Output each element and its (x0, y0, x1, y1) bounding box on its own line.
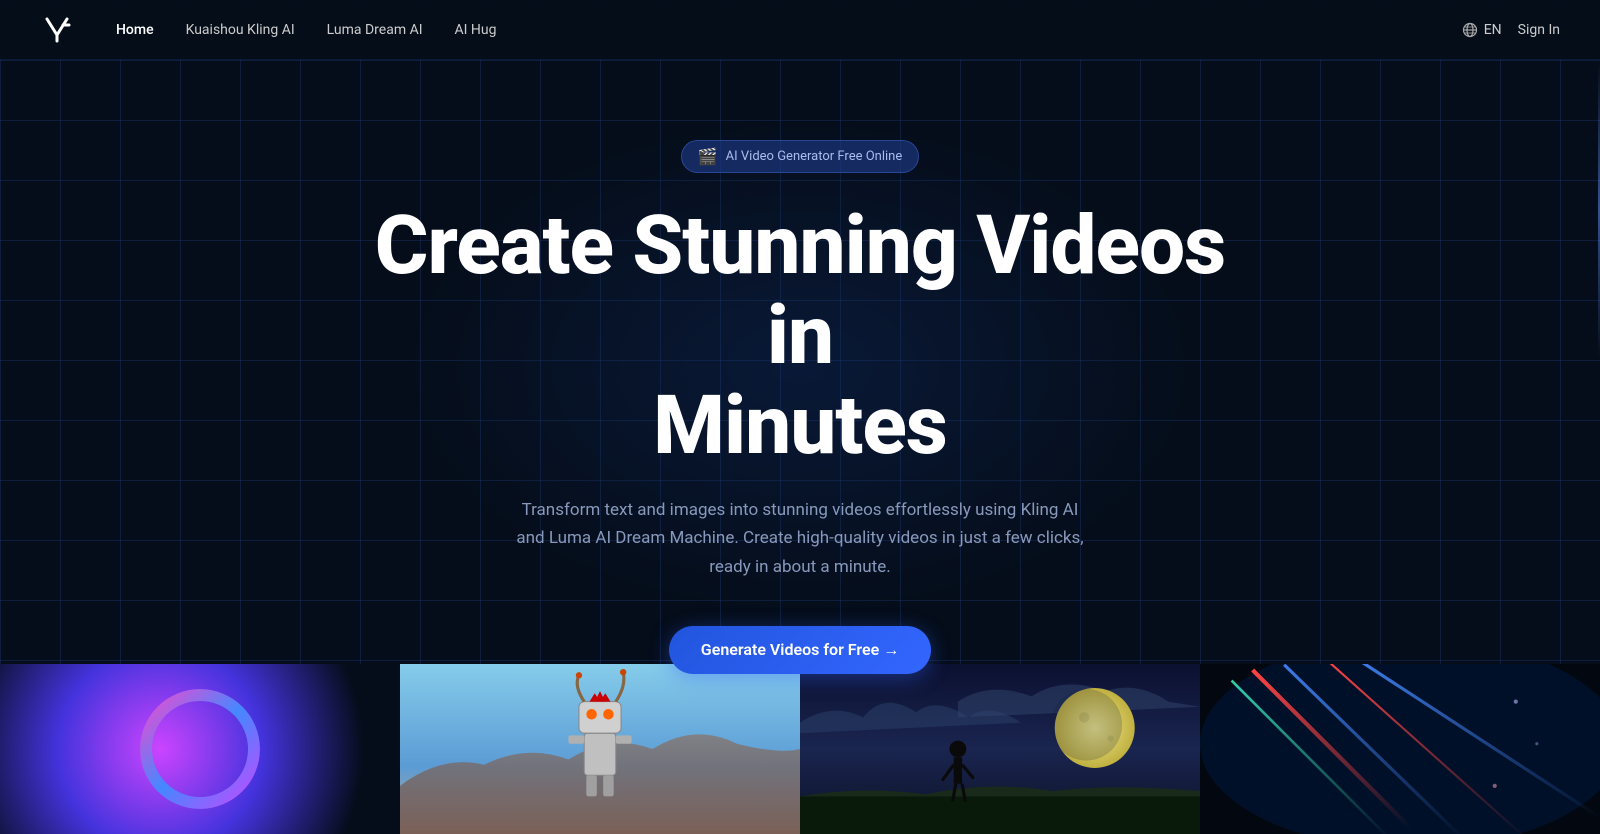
nav-home[interactable]: Home (116, 22, 154, 38)
moon-scene (800, 664, 1200, 834)
video-thumb-1[interactable] (0, 664, 400, 834)
streaks-scene (1200, 664, 1600, 834)
robot-scene (400, 664, 800, 834)
lang-label: EN (1484, 22, 1502, 38)
badge-label: AI Video Generator Free Online (726, 149, 903, 164)
hero-section: 🎬 AI Video Generator Free Online Create … (0, 60, 1600, 674)
video-gallery (0, 664, 1600, 834)
logo[interactable] (40, 12, 76, 48)
nav-aihug[interactable]: AI Hug (455, 22, 497, 38)
nav-links: Home Kuaishou Kling AI Luma Dream AI AI … (116, 22, 497, 38)
ring-effect (140, 689, 260, 809)
hero-title: Create Stunning Videos in Minutes (350, 201, 1250, 472)
hero-title-line2: Minutes (653, 378, 947, 474)
nav-kuaishou[interactable]: Kuaishou Kling AI (186, 22, 295, 38)
hero-subtitle: Transform text and images into stunning … (510, 496, 1090, 583)
nav-luma[interactable]: Luma Dream AI (327, 22, 423, 38)
navbar-left: Home Kuaishou Kling AI Luma Dream AI AI … (40, 12, 497, 48)
hero-title-line1: Create Stunning Videos in (375, 198, 1226, 384)
language-selector[interactable]: EN (1462, 22, 1502, 38)
globe-icon (1462, 22, 1478, 38)
hero-badge: 🎬 AI Video Generator Free Online (681, 140, 920, 173)
video-thumb-4[interactable] (1200, 664, 1600, 834)
cta-button[interactable]: Generate Videos for Free → (669, 626, 931, 674)
sign-in-button[interactable]: Sign In (1518, 22, 1560, 38)
video-thumb-3[interactable] (800, 664, 1200, 834)
film-icon: 🎬 (698, 147, 718, 166)
video-thumb-2[interactable] (400, 664, 800, 834)
navbar-right: EN Sign In (1462, 22, 1560, 38)
navbar: Home Kuaishou Kling AI Luma Dream AI AI … (0, 0, 1600, 60)
